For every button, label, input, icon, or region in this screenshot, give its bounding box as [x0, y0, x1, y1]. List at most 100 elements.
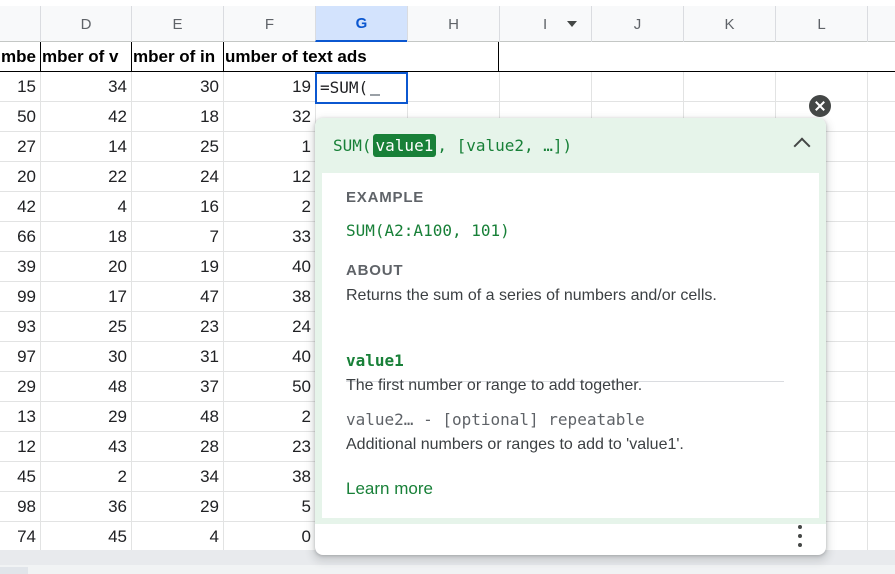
- table-cell[interactable]: 25: [40, 312, 131, 342]
- empty-cell[interactable]: [867, 162, 895, 192]
- table-cell[interactable]: 13: [0, 402, 40, 432]
- table-cell[interactable]: 2: [223, 192, 315, 222]
- header-cell[interactable]: mber of v: [40, 42, 131, 72]
- column-header-g[interactable]: G: [315, 6, 407, 42]
- table-cell[interactable]: 29: [40, 402, 131, 432]
- table-cell[interactable]: 16: [131, 192, 223, 222]
- table-cell[interactable]: 20: [0, 162, 40, 192]
- table-cell[interactable]: 15: [0, 72, 40, 102]
- table-cell[interactable]: 12: [0, 432, 40, 462]
- column-header-partial[interactable]: [0, 6, 40, 42]
- empty-cell[interactable]: [867, 102, 895, 132]
- column-header-i[interactable]: I: [499, 6, 591, 42]
- table-cell[interactable]: 38: [223, 462, 315, 492]
- table-cell[interactable]: 45: [0, 462, 40, 492]
- table-cell[interactable]: 50: [223, 372, 315, 402]
- empty-cell[interactable]: [867, 342, 895, 372]
- empty-cell[interactable]: [867, 192, 895, 222]
- empty-cell[interactable]: [867, 72, 895, 102]
- table-cell[interactable]: 24: [223, 312, 315, 342]
- table-cell[interactable]: 18: [131, 102, 223, 132]
- column-header-d[interactable]: D: [40, 6, 131, 42]
- column-header-k[interactable]: K: [683, 6, 775, 42]
- table-cell[interactable]: 97: [0, 342, 40, 372]
- more-vert-icon[interactable]: [794, 525, 806, 547]
- empty-cell[interactable]: [867, 222, 895, 252]
- table-cell[interactable]: 32: [223, 102, 315, 132]
- table-cell[interactable]: 99: [0, 282, 40, 312]
- table-cell[interactable]: 42: [0, 192, 40, 222]
- formula-signature[interactable]: SUM(value1, [value2, …]): [315, 118, 826, 173]
- table-cell[interactable]: 33: [223, 222, 315, 252]
- header-cell[interactable]: mber of in: [131, 42, 223, 72]
- table-cell[interactable]: 2: [40, 462, 131, 492]
- column-header-h[interactable]: H: [407, 6, 499, 42]
- header-cell[interactable]: mbe: [0, 42, 40, 72]
- table-cell[interactable]: 4: [131, 522, 223, 552]
- empty-cell[interactable]: [867, 432, 895, 462]
- table-cell[interactable]: 40: [223, 342, 315, 372]
- table-cell[interactable]: 29: [0, 372, 40, 402]
- chevron-down-icon[interactable]: [567, 21, 577, 27]
- empty-cell[interactable]: [867, 132, 895, 162]
- active-cell-editor[interactable]: =SUM(: [315, 72, 408, 104]
- table-cell[interactable]: 36: [40, 492, 131, 522]
- column-header-f[interactable]: F: [223, 6, 315, 42]
- empty-cell[interactable]: [499, 72, 591, 102]
- table-cell[interactable]: 12: [223, 162, 315, 192]
- table-cell[interactable]: 17: [40, 282, 131, 312]
- empty-cell[interactable]: [591, 72, 683, 102]
- chevron-up-icon[interactable]: [793, 137, 811, 155]
- column-header-l[interactable]: L: [775, 6, 867, 42]
- table-cell[interactable]: 31: [131, 342, 223, 372]
- table-cell[interactable]: 74: [0, 522, 40, 552]
- table-cell[interactable]: 0: [223, 522, 315, 552]
- learn-more-link[interactable]: Learn more: [346, 479, 433, 499]
- table-cell[interactable]: 23: [223, 432, 315, 462]
- table-cell[interactable]: 5: [223, 492, 315, 522]
- column-header-partial-right[interactable]: [867, 6, 895, 42]
- table-cell[interactable]: 39: [0, 252, 40, 282]
- header-cell[interactable]: umber of text ads: [223, 42, 499, 72]
- empty-cell[interactable]: [867, 312, 895, 342]
- table-cell[interactable]: 43: [40, 432, 131, 462]
- table-cell[interactable]: 48: [40, 372, 131, 402]
- table-cell[interactable]: 47: [131, 282, 223, 312]
- table-cell[interactable]: 27: [0, 132, 40, 162]
- table-cell[interactable]: 98: [0, 492, 40, 522]
- table-cell[interactable]: 66: [0, 222, 40, 252]
- column-header-j[interactable]: J: [591, 6, 683, 42]
- table-cell[interactable]: 45: [40, 522, 131, 552]
- table-cell[interactable]: 22: [40, 162, 131, 192]
- table-cell[interactable]: 7: [131, 222, 223, 252]
- empty-cell[interactable]: [867, 372, 895, 402]
- table-cell[interactable]: 30: [131, 72, 223, 102]
- table-cell[interactable]: 1: [223, 132, 315, 162]
- table-cell[interactable]: 40: [223, 252, 315, 282]
- empty-cell[interactable]: [867, 492, 895, 522]
- empty-cell[interactable]: [867, 522, 895, 552]
- close-icon[interactable]: [809, 95, 831, 117]
- table-cell[interactable]: 2: [223, 402, 315, 432]
- table-cell[interactable]: 20: [40, 252, 131, 282]
- table-cell[interactable]: 42: [40, 102, 131, 132]
- empty-cell[interactable]: [867, 462, 895, 492]
- empty-cell[interactable]: [867, 282, 895, 312]
- table-cell[interactable]: 29: [131, 492, 223, 522]
- table-cell[interactable]: 93: [0, 312, 40, 342]
- empty-cell[interactable]: [867, 402, 895, 432]
- empty-cell[interactable]: [867, 252, 895, 282]
- table-cell[interactable]: 18: [40, 222, 131, 252]
- table-cell[interactable]: 19: [131, 252, 223, 282]
- table-cell[interactable]: 38: [223, 282, 315, 312]
- column-header-e[interactable]: E: [131, 6, 223, 42]
- table-cell[interactable]: 30: [40, 342, 131, 372]
- table-cell[interactable]: 24: [131, 162, 223, 192]
- table-cell[interactable]: 34: [131, 462, 223, 492]
- empty-cell[interactable]: [683, 72, 775, 102]
- table-cell[interactable]: 4: [40, 192, 131, 222]
- empty-cell[interactable]: [407, 72, 499, 102]
- table-cell[interactable]: 19: [223, 72, 315, 102]
- table-cell[interactable]: 25: [131, 132, 223, 162]
- table-cell[interactable]: 37: [131, 372, 223, 402]
